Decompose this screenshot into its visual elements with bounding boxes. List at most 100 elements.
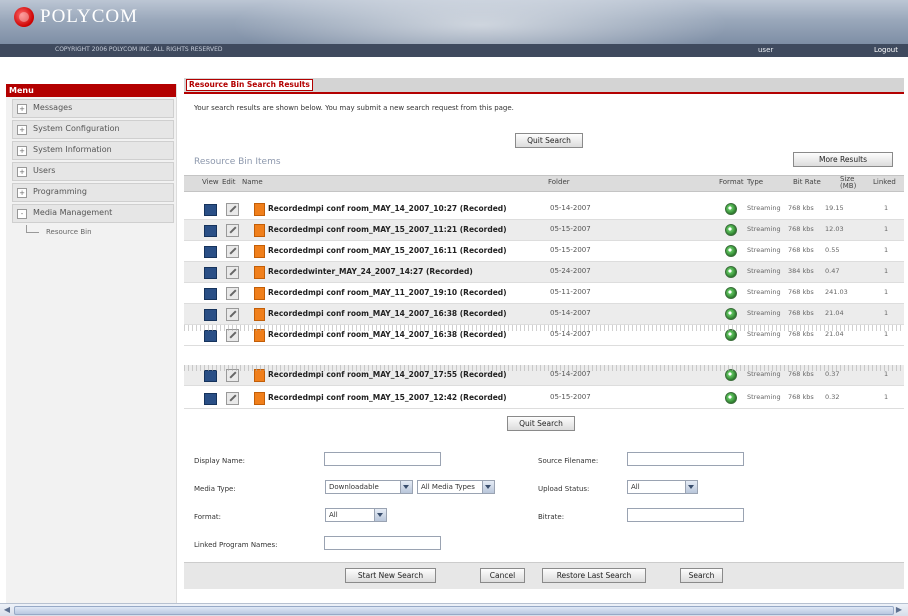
document-icon xyxy=(254,245,265,258)
row-bitrate: 384 kbs xyxy=(788,267,814,275)
bitrate-input[interactable] xyxy=(627,508,744,522)
menu-item-system-information[interactable]: + System Information xyxy=(12,141,174,160)
edit-icon[interactable] xyxy=(226,287,239,300)
cancel-button[interactable]: Cancel xyxy=(480,568,525,583)
row-name[interactable]: Recordedmpi conf room_MAY_14_2007_16:38 … xyxy=(268,330,507,339)
chevron-down-icon[interactable] xyxy=(685,481,697,493)
expand-icon[interactable]: + xyxy=(17,146,27,156)
source-filename-input[interactable] xyxy=(627,452,744,466)
display-name-input[interactable] xyxy=(324,452,441,466)
chevron-down-icon[interactable] xyxy=(400,481,412,493)
col-linked[interactable]: Linked xyxy=(873,178,896,186)
table-row: Recordedmpi conf room_MAY_11_2007_19:10 … xyxy=(184,283,904,304)
more-results-button[interactable]: More Results xyxy=(793,152,893,167)
row-type: Streaming xyxy=(747,370,781,378)
chevron-down-icon[interactable] xyxy=(374,509,386,521)
bitrate-label: Bitrate: xyxy=(538,513,565,521)
user-label: user xyxy=(758,46,774,54)
row-size: 0.37 xyxy=(825,370,840,378)
row-bitrate: 768 kbs xyxy=(788,204,814,212)
row-name[interactable]: Recordedmpi conf room_MAY_15_2007_12:42 … xyxy=(268,393,507,402)
format-icon xyxy=(725,287,737,299)
media-types-select[interactable]: All Media Types xyxy=(417,480,495,494)
row-bitrate: 768 kbs xyxy=(788,225,814,233)
menu-item-programming[interactable]: + Programming xyxy=(12,183,174,202)
row-size: 19.15 xyxy=(825,204,844,212)
row-name[interactable]: Recordedmpi conf room_MAY_14_2007_16:38 … xyxy=(268,309,507,318)
search-button[interactable]: Search xyxy=(680,568,723,583)
media-type-value: Downloadable xyxy=(329,483,379,491)
row-folder: 05-15-2007 xyxy=(550,225,591,233)
menu-item-messages[interactable]: + Messages xyxy=(12,99,174,118)
edit-icon[interactable] xyxy=(226,392,239,405)
start-new-search-button[interactable]: Start New Search xyxy=(345,568,436,583)
row-folder: 05-14-2007 xyxy=(550,309,591,317)
view-icon[interactable] xyxy=(204,225,217,237)
menu-item-media-management[interactable]: - Media Management xyxy=(12,204,174,223)
quit-search-button-top[interactable]: Quit Search xyxy=(515,133,583,148)
row-size: 21.04 xyxy=(825,309,844,317)
col-type[interactable]: Type xyxy=(747,178,763,186)
restore-last-search-button[interactable]: Restore Last Search xyxy=(542,568,646,583)
view-icon[interactable] xyxy=(204,246,217,258)
row-name[interactable]: Recordedmpi conf room_MAY_11_2007_19:10 … xyxy=(268,288,507,297)
linked-program-input[interactable] xyxy=(324,536,441,550)
edit-icon[interactable] xyxy=(226,245,239,258)
expand-icon[interactable]: + xyxy=(17,125,27,135)
upload-status-select[interactable]: All xyxy=(627,480,698,494)
row-name[interactable]: Recordedmpi conf room_MAY_15_2007_11:21 … xyxy=(268,225,507,234)
col-bitrate[interactable]: Bit Rate xyxy=(793,178,821,186)
media-type-select[interactable]: Downloadable xyxy=(325,480,413,494)
menu-subitem-resource-bin[interactable]: Resource Bin xyxy=(26,225,176,239)
view-icon[interactable] xyxy=(204,370,217,382)
document-icon xyxy=(254,308,265,321)
source-filename-label: Source Filename: xyxy=(538,457,599,465)
render-artifact xyxy=(184,365,904,371)
col-format[interactable]: Format xyxy=(719,178,744,186)
expand-icon[interactable]: + xyxy=(17,167,27,177)
row-bitrate: 768 kbs xyxy=(788,288,814,296)
menu-item-users[interactable]: + Users xyxy=(12,162,174,181)
col-folder[interactable]: Folder xyxy=(548,178,570,186)
menu-item-system-configuration[interactable]: + System Configuration xyxy=(12,120,174,139)
row-name[interactable]: Recordedwinter_MAY_24_2007_14:27 (Record… xyxy=(268,267,473,276)
edit-icon[interactable] xyxy=(226,224,239,237)
view-icon[interactable] xyxy=(204,330,217,342)
chevron-down-icon[interactable] xyxy=(482,481,494,493)
row-type: Streaming xyxy=(747,288,781,296)
menu-item-label: System Configuration xyxy=(33,124,120,133)
view-icon[interactable] xyxy=(204,204,217,216)
edit-icon[interactable] xyxy=(226,308,239,321)
expand-icon[interactable]: + xyxy=(17,104,27,114)
col-size[interactable]: Size (MB) xyxy=(840,176,862,190)
edit-icon[interactable] xyxy=(226,266,239,279)
row-bitrate: 768 kbs xyxy=(788,309,814,317)
col-edit[interactable]: Edit xyxy=(222,178,236,186)
scroll-left-icon[interactable]: ◀ xyxy=(2,605,12,615)
edit-icon[interactable] xyxy=(226,203,239,216)
view-icon[interactable] xyxy=(204,267,217,279)
logo-text: POLYCOM xyxy=(40,6,139,27)
logout-link[interactable]: Logout xyxy=(874,46,898,54)
expand-icon[interactable]: + xyxy=(17,188,27,198)
scrollbar-thumb[interactable] xyxy=(14,606,894,615)
horizontal-scrollbar[interactable]: ◀ ▶ xyxy=(0,603,908,616)
row-type: Streaming xyxy=(747,309,781,317)
row-name[interactable]: Recordedmpi conf room_MAY_14_2007_10:27 … xyxy=(268,204,507,213)
search-actions-bar: Start New Search Cancel Restore Last Sea… xyxy=(184,562,904,589)
scroll-right-icon[interactable]: ▶ xyxy=(894,605,904,615)
row-linked: 1 xyxy=(884,288,889,296)
quit-search-button-bottom[interactable]: Quit Search xyxy=(507,416,575,431)
row-name[interactable]: Recordedmpi conf room_MAY_15_2007_16:11 … xyxy=(268,246,507,255)
collapse-icon[interactable]: - xyxy=(17,209,27,219)
row-name[interactable]: Recordedmpi conf room_MAY_14_2007_17:55 … xyxy=(268,370,507,379)
view-icon[interactable] xyxy=(204,393,217,405)
view-icon[interactable] xyxy=(204,309,217,321)
col-name[interactable]: Name xyxy=(242,178,263,186)
media-type-label: Media Type: xyxy=(194,485,236,493)
col-view[interactable]: View xyxy=(202,178,219,186)
format-select[interactable]: All xyxy=(325,508,387,522)
view-icon[interactable] xyxy=(204,288,217,300)
format-icon xyxy=(725,308,737,320)
row-linked: 1 xyxy=(884,330,889,338)
